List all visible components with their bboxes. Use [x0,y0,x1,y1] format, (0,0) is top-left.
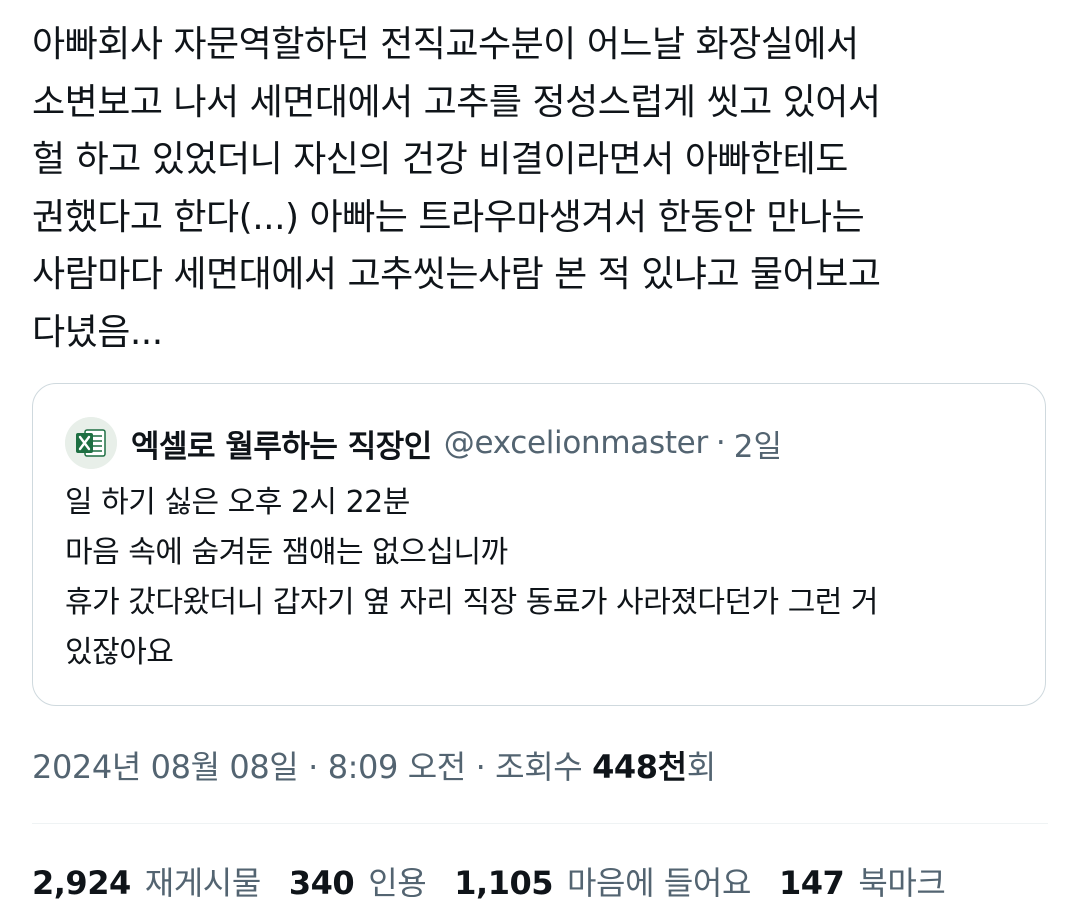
likes-stat[interactable]: 1,105 마음에 들어요 [454,858,751,904]
tweet-text-line: 사람마다 세면대에서 고추씻는사람 본 적 있냐고 물어보고 [32,254,881,295]
bookmarks-stat[interactable]: 147 북마크 [779,858,946,904]
tweet-time[interactable]: 8:09 오전 [328,748,467,786]
quoted-author-handle[interactable]: @excelionmaster [444,425,708,461]
tweet-text-line: 아빠회사 자문역할하던 전직교수분이 어느날 화장실에서 [32,24,859,65]
tweet-meta: 2024년 08월 08일 · 8:09 오전 · 조회수 448천회 [32,742,716,788]
quotes-stat[interactable]: 340 인용 [288,858,427,904]
tweet-date[interactable]: 2024년 08월 08일 [32,748,299,786]
separator-dot: · [308,748,318,786]
tweet-text: 아빠회사 자문역할하던 전직교수분이 어느날 화장실에서 소변보고 나서 세면대… [32,16,1042,361]
quoted-text-line: 있잖아요 [65,635,174,670]
quoted-tweet-time[interactable]: 2일 [734,421,782,466]
quoted-tweet-card[interactable]: 엑셀로 월루하는 직장인 @excelionmaster · 2일 일 하기 싫… [32,383,1046,706]
retweets-count: 2,924 [32,864,131,902]
quoted-tweet-text: 일 하기 싫은 오후 2시 22분 마음 속에 숨겨둔 잼얘는 없으십니까 휴가… [65,478,1025,678]
views-label: 조회수 [495,748,583,786]
quoted-tweet-header: 엑셀로 월루하는 직장인 @excelionmaster · 2일 [65,417,782,469]
quoted-text-line: 일 하기 싫은 오후 2시 22분 [65,485,410,520]
views-count[interactable]: 448천 [592,748,687,786]
tweet-text-line: 다녔음... [32,311,163,353]
views-suffix: 회 [686,748,716,786]
bookmarks-count: 147 [779,864,845,902]
tweet-text-line: 소변보고 나서 세면대에서 고추를 정성스럽게 씻고 있어서 [32,81,881,123]
likes-label: 마음에 들어요 [567,864,752,902]
tweet-text-line: 헐 하고 있었더니 자신의 건강 비결이라면서 아빠한테도 [32,139,848,180]
likes-count: 1,105 [454,864,553,902]
retweets-stat[interactable]: 2,924 재게시물 [32,858,261,904]
separator-dot: · [715,425,726,461]
engagement-stats: 2,924 재게시물 340 인용 1,105 마음에 들어요 147 북마크 [32,858,973,904]
retweets-label: 재게시물 [144,864,262,902]
divider [32,823,1048,824]
quoted-text-line: 휴가 갔다왔더니 갑자기 옆 자리 직장 동료가 사라졌다던가 그런 거 [65,585,879,620]
quotes-label: 인용 [368,864,427,902]
quoted-author-name[interactable]: 엑셀로 월루하는 직장인 [131,421,432,466]
bookmarks-label: 북마크 [858,864,946,902]
separator-dot: · [475,748,486,786]
tweet-text-line: 권했다고 한다(...) 아빠는 트라우마생겨서 한동안 만나는 [32,196,865,238]
excel-icon[interactable] [65,417,117,469]
quoted-text-line: 마음 속에 숨겨둔 잼얘는 없으십니까 [65,535,508,570]
quotes-count: 340 [288,864,355,902]
